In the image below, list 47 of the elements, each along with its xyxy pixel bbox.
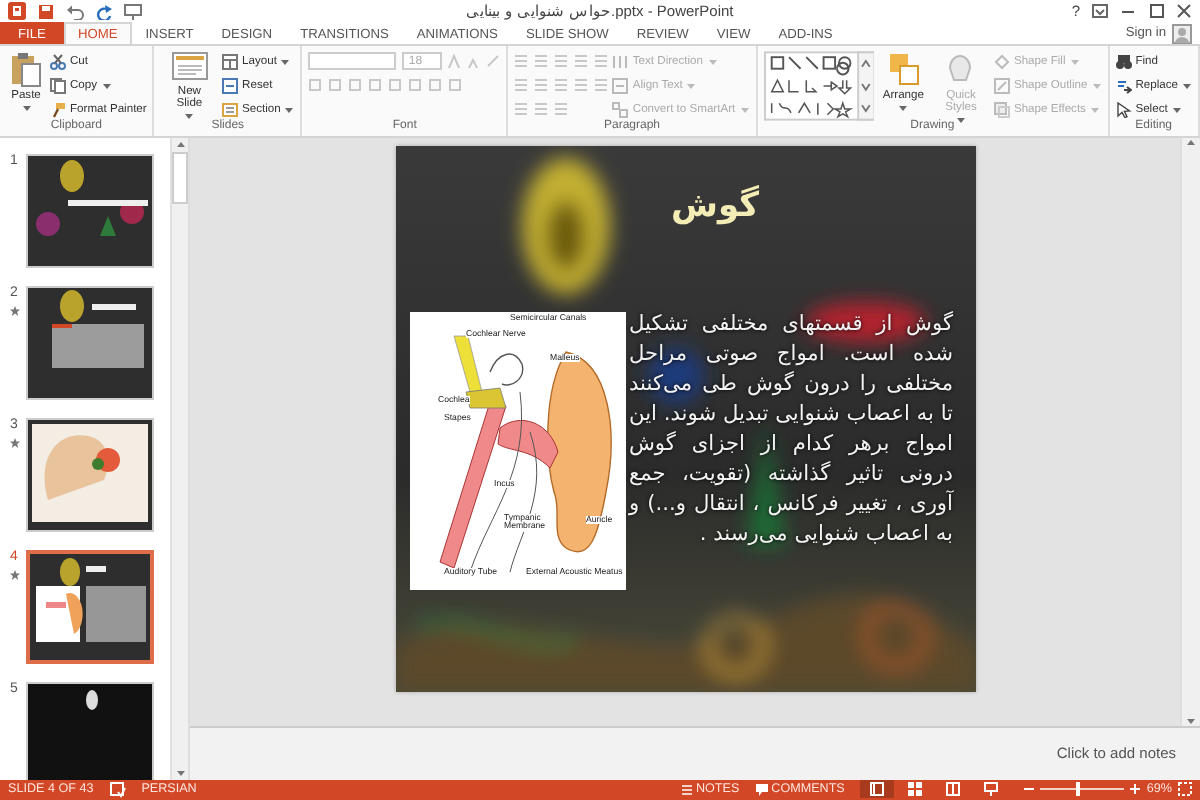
paint-bucket-icon bbox=[993, 53, 1010, 70]
slide-thumbnail[interactable] bbox=[26, 681, 154, 780]
slide-body-text: گوش از قسمتهای مختلفی تشکیل شده است. امواج صوتی مراحل مختلفی را درون گوش طی می‌کنند تا به اعصاب شنوایی تبدیل شوند. این امواج برهر کدام از اجزای گوش درونی تاثیر گذاشته (تقویت، جمع آوری ، تغییر فرکانس ، انتقال و...) و به اعصاب شنوایی می‌رسند . bbox=[629, 309, 953, 550]
slide-show-icon bbox=[984, 782, 999, 797]
undo-icon[interactable] bbox=[66, 3, 84, 20]
reading-view-icon bbox=[946, 782, 961, 797]
slide-thumbnail[interactable] bbox=[26, 285, 154, 400]
app-logo-icon[interactable] bbox=[8, 2, 26, 21]
slide-thumbnail[interactable] bbox=[26, 417, 154, 532]
spell-check-icon[interactable] bbox=[109, 781, 126, 798]
replace-icon bbox=[1115, 77, 1132, 94]
notes-icon bbox=[681, 783, 692, 796]
zoom-out-icon[interactable] bbox=[1024, 784, 1035, 795]
slideshow-icon[interactable] bbox=[124, 3, 142, 20]
slide-title: گوش bbox=[668, 185, 761, 226]
smartart-icon bbox=[612, 101, 629, 118]
section-icon bbox=[222, 101, 239, 118]
new-slide-icon bbox=[171, 52, 208, 85]
copy-icon bbox=[50, 77, 66, 94]
layout-icon bbox=[222, 53, 239, 70]
fit-to-window-icon[interactable] bbox=[1178, 782, 1192, 797]
comment-icon bbox=[755, 783, 768, 796]
scroll-thumb[interactable] bbox=[172, 151, 188, 204]
save-icon[interactable] bbox=[38, 3, 54, 20]
cursor-icon bbox=[1115, 101, 1132, 118]
shape-gallery[interactable] bbox=[763, 50, 875, 123]
pencil-icon bbox=[993, 77, 1010, 94]
redo-icon[interactable] bbox=[96, 3, 112, 20]
arrange-icon bbox=[887, 52, 920, 89]
ribbon-display-icon[interactable] bbox=[1092, 4, 1108, 19]
view-button[interactable] bbox=[860, 780, 895, 799]
normal-view-icon bbox=[870, 782, 885, 797]
slide-sorter-icon bbox=[908, 782, 923, 797]
zoom-in-icon[interactable] bbox=[1130, 784, 1141, 795]
reset-icon bbox=[222, 77, 239, 94]
font-name-field[interactable] bbox=[308, 52, 397, 71]
align-text-icon bbox=[612, 77, 629, 94]
shape-effects-icon bbox=[993, 101, 1010, 118]
slide-thumbnail[interactable] bbox=[26, 549, 154, 664]
binoculars-icon bbox=[1115, 53, 1132, 70]
maximize-icon[interactable] bbox=[1148, 4, 1164, 19]
slide-thumbnail[interactable] bbox=[26, 153, 154, 268]
close-icon[interactable] bbox=[1176, 4, 1192, 19]
clipboard-icon bbox=[10, 52, 42, 89]
scissors-icon bbox=[50, 53, 66, 70]
zoom-slider-thumb[interactable] bbox=[1076, 782, 1081, 797]
text-direction-icon bbox=[612, 53, 629, 70]
